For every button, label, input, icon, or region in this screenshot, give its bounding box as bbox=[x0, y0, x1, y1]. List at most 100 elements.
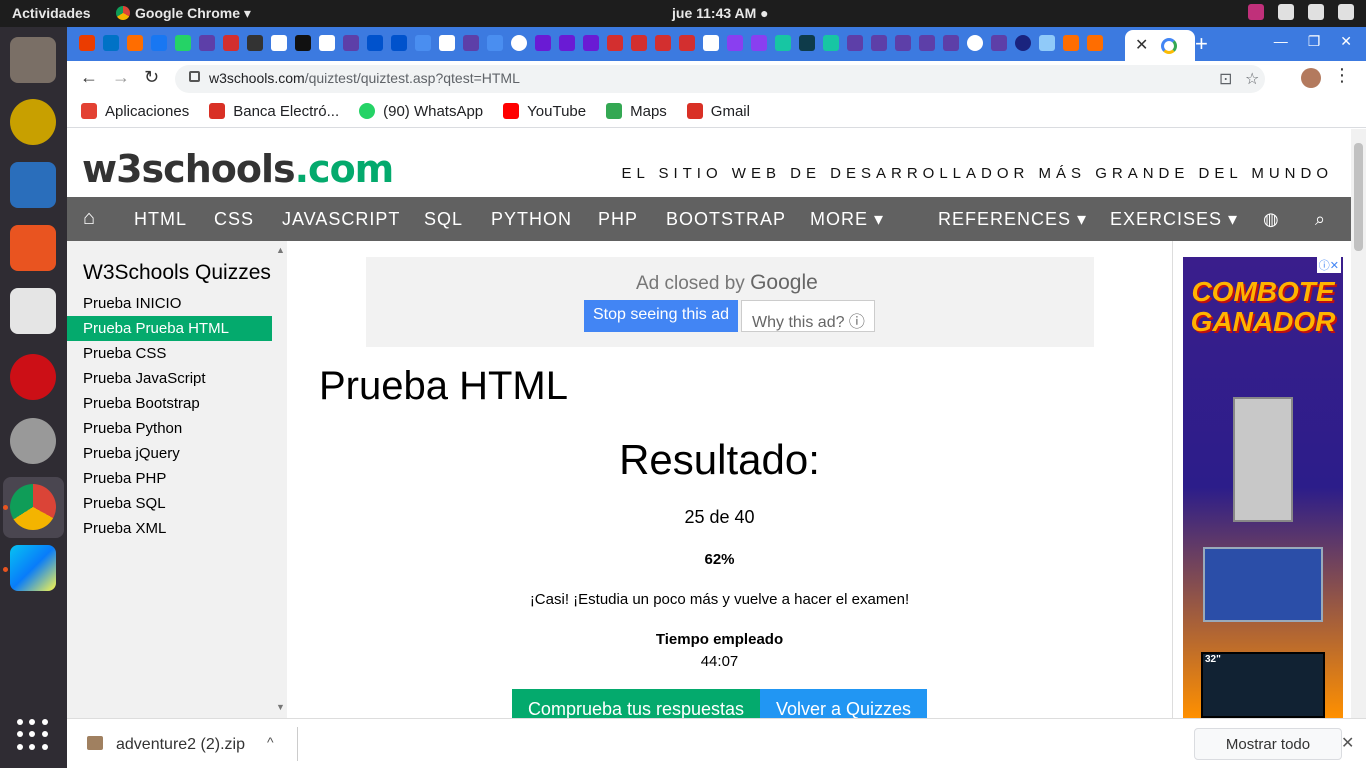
bookmark-star-icon[interactable]: ☆ bbox=[1245, 69, 1259, 89]
tab-favicon-misc[interactable] bbox=[1039, 35, 1055, 51]
nav-bootstrap[interactable]: BOOTSTRAP bbox=[666, 209, 786, 230]
url-text[interactable]: w3schools.com/quiztest/quiztest.asp?qtes… bbox=[209, 70, 520, 86]
tab-favicon-colorlib[interactable] bbox=[871, 35, 887, 51]
back-arrow-icon[interactable]: ← bbox=[80, 67, 98, 88]
reload-icon[interactable]: ↻ bbox=[144, 67, 159, 88]
tab-favicon-gmail[interactable] bbox=[271, 35, 287, 51]
tab-favicon-purple[interactable] bbox=[751, 35, 767, 51]
volume-icon[interactable] bbox=[1308, 4, 1324, 20]
download-filename[interactable]: adventure2 (2).zip bbox=[116, 736, 245, 754]
nav-php[interactable]: PHP bbox=[598, 209, 638, 230]
nav-more[interactable]: MORE ▾ bbox=[810, 209, 884, 230]
app-menu[interactable]: Google Chrome ▾ bbox=[116, 5, 251, 22]
tab-close-icon[interactable]: ✕ bbox=[1135, 35, 1148, 55]
page-scrollbar[interactable] bbox=[1351, 129, 1366, 718]
bookmark-apps[interactable]: Aplicaciones bbox=[81, 103, 189, 120]
sidebar-item-python[interactable]: Prueba Python bbox=[67, 416, 272, 441]
tab-favicon-messenger[interactable] bbox=[151, 35, 167, 51]
scrollbar-thumb[interactable] bbox=[1354, 143, 1363, 251]
activities-button[interactable]: Actividades bbox=[12, 5, 91, 21]
sidebar-item-javascript[interactable]: Prueba JavaScript bbox=[67, 366, 272, 391]
tab-favicon-wordpress[interactable] bbox=[511, 35, 527, 51]
lock-icon[interactable] bbox=[189, 71, 200, 82]
chrome-dock-icon[interactable] bbox=[10, 484, 56, 530]
tab-favicon-outlook[interactable] bbox=[103, 35, 119, 51]
tab-favicon-flag[interactable] bbox=[823, 35, 839, 51]
tab-favicon-colorlib[interactable] bbox=[991, 35, 1007, 51]
tab-favicon-webflow[interactable] bbox=[559, 35, 575, 51]
sidebar-item-bootstrap[interactable]: Prueba Bootstrap bbox=[67, 391, 272, 416]
libreoffice-writer-icon[interactable] bbox=[10, 162, 56, 208]
bookmark-banca[interactable]: Banca Electró... bbox=[209, 103, 339, 120]
tab-favicon-google[interactable] bbox=[703, 35, 719, 51]
tab-favicon-webflow[interactable] bbox=[535, 35, 551, 51]
tab-favicon-colorlib[interactable] bbox=[919, 35, 935, 51]
nav-html[interactable]: HTML bbox=[134, 209, 187, 230]
home-icon[interactable]: ⌂ bbox=[83, 207, 96, 230]
nav-references[interactable]: REFERENCES ▾ bbox=[938, 209, 1087, 230]
tab-favicon-grid[interactable] bbox=[799, 35, 815, 51]
stop-seeing-ad-button[interactable]: Stop seeing this ad bbox=[584, 300, 738, 332]
amazon-icon[interactable] bbox=[10, 288, 56, 334]
opera-icon[interactable] bbox=[10, 354, 56, 400]
files-icon[interactable] bbox=[10, 37, 56, 83]
maximize-button[interactable]: ❐ bbox=[1308, 33, 1321, 50]
tab-favicon-jira[interactable] bbox=[391, 35, 407, 51]
tab-favicon-colorlib[interactable] bbox=[895, 35, 911, 51]
tab-favicon-google[interactable] bbox=[319, 35, 335, 51]
tab-favicon-globe[interactable] bbox=[1015, 35, 1031, 51]
nav-python[interactable]: PYTHON bbox=[491, 209, 572, 230]
tab-favicon-colorlib[interactable] bbox=[463, 35, 479, 51]
check-answers-button[interactable]: Comprueba tus respuestas bbox=[512, 689, 760, 718]
system-tray[interactable] bbox=[1248, 4, 1354, 20]
active-tab[interactable]: ✕ bbox=[1125, 30, 1195, 61]
tab-favicon-whatsapp[interactable] bbox=[175, 35, 191, 51]
address-bar[interactable]: w3schools.com/quiztest/quiztest.asp?qtes… bbox=[175, 65, 1265, 93]
tab-favicon-colorlib[interactable] bbox=[343, 35, 359, 51]
tab-favicon-hsu[interactable] bbox=[631, 35, 647, 51]
show-apps-icon[interactable] bbox=[17, 719, 49, 751]
chrome-menu-icon[interactable]: ⋮ bbox=[1333, 65, 1351, 86]
bookmark-maps[interactable]: Maps bbox=[606, 103, 667, 120]
tab-favicon-hsu[interactable] bbox=[679, 35, 695, 51]
close-icon[interactable]: ✕ bbox=[1341, 733, 1354, 753]
clock[interactable]: jue 11:43 AM ● bbox=[672, 5, 769, 21]
app-indicator-icon[interactable] bbox=[1248, 4, 1264, 20]
nav-css[interactable]: CSS bbox=[214, 209, 254, 230]
sidebar-item-php[interactable]: Prueba PHP bbox=[67, 466, 272, 491]
tab-favicon-blue[interactable] bbox=[487, 35, 503, 51]
tab-favicon-colorlib[interactable] bbox=[943, 35, 959, 51]
ad-choices-icon[interactable]: ⓘ✕ bbox=[1316, 257, 1341, 273]
tab-favicon-office[interactable] bbox=[79, 35, 95, 51]
sidebar-scroll-up-icon[interactable]: ▲ bbox=[276, 245, 285, 255]
tab-favicon-docs[interactable] bbox=[247, 35, 263, 51]
sidebar-item-html[interactable]: Prueba Prueba HTML bbox=[67, 316, 272, 341]
back-to-quizzes-button[interactable]: Volver a Quizzes bbox=[760, 689, 927, 718]
tab-favicon-orange[interactable] bbox=[1063, 35, 1079, 51]
show-all-button[interactable]: Mostrar todo bbox=[1194, 728, 1342, 760]
why-this-ad-button[interactable]: Why this ad? ⓘ bbox=[741, 300, 875, 332]
search-icon[interactable]: ⌕ bbox=[1315, 209, 1326, 230]
tab-favicon-webflow[interactable] bbox=[583, 35, 599, 51]
chevron-up-icon[interactable]: ^ bbox=[267, 734, 274, 750]
tab-favicon-wordpress[interactable] bbox=[967, 35, 983, 51]
sidebar-item-jquery[interactable]: Prueba jQuery bbox=[67, 441, 272, 466]
profile-avatar[interactable] bbox=[1301, 68, 1321, 88]
tab-favicon-jira[interactable] bbox=[367, 35, 383, 51]
software-center-icon[interactable] bbox=[10, 225, 56, 271]
nav-sql[interactable]: SQL bbox=[424, 209, 463, 230]
nav-javascript[interactable]: JAVASCRIPT bbox=[282, 209, 400, 230]
tab-favicon-purple[interactable] bbox=[727, 35, 743, 51]
opera-gx-icon[interactable] bbox=[10, 418, 56, 464]
sidebar-item-inicio[interactable]: Prueba INICIO bbox=[67, 291, 272, 316]
power-icon[interactable] bbox=[1338, 4, 1354, 20]
bookmark-youtube[interactable]: YouTube bbox=[503, 103, 586, 120]
sidebar-scroll-down-icon[interactable]: ▼ bbox=[276, 702, 285, 712]
sidebar-item-css[interactable]: Prueba CSS bbox=[67, 341, 272, 366]
pinned-tabs[interactable] bbox=[79, 35, 1103, 51]
minimize-button[interactable]: — bbox=[1274, 33, 1288, 50]
tab-favicon-blue[interactable] bbox=[415, 35, 431, 51]
tab-favicon-flag[interactable] bbox=[775, 35, 791, 51]
tab-favicon-hsu[interactable] bbox=[607, 35, 623, 51]
bookmark-whatsapp[interactable]: (90) WhatsApp bbox=[359, 103, 483, 120]
